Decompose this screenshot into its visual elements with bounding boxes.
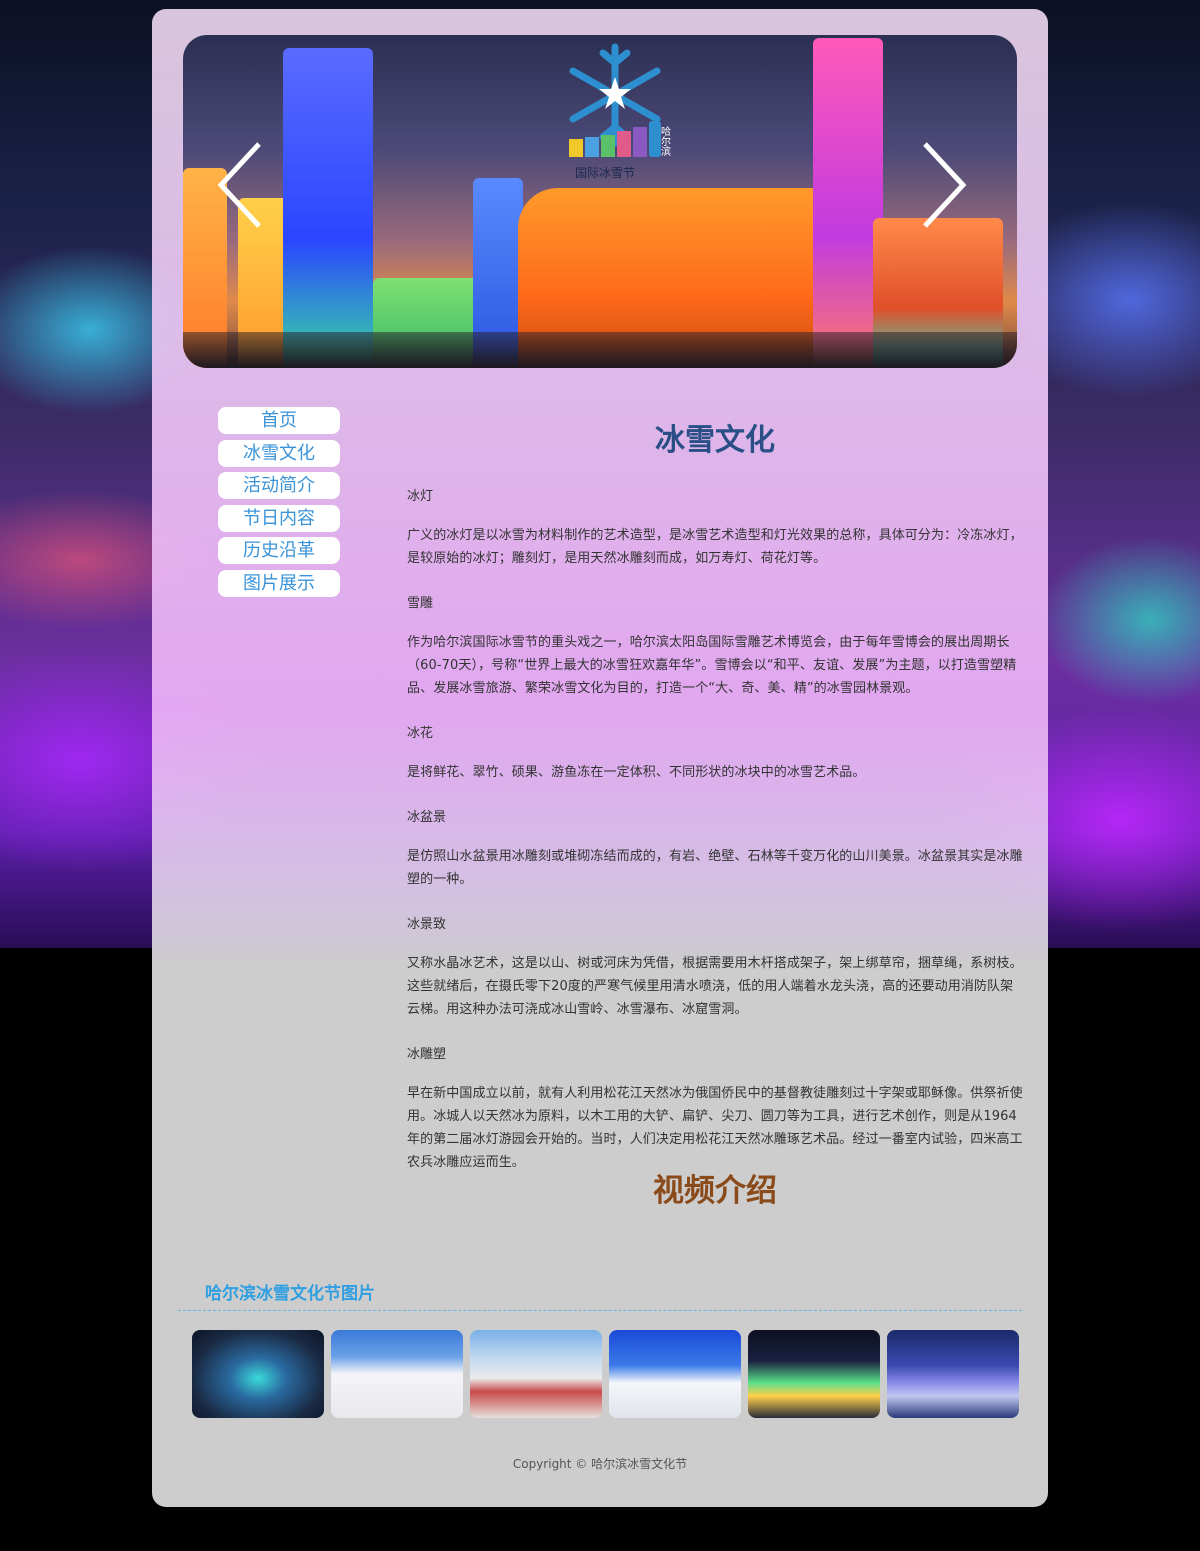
video-section-title: 视频介绍 <box>653 1173 777 1209</box>
nav-item-history[interactable]: 历史沿革 <box>218 537 340 565</box>
section-body: 是仿照山水盆景用冰雕刻或堆砌冻结而成的，有岩、绝壁、石林等千变万化的山川美景。冰… <box>407 849 1023 887</box>
banner-carousel: 国际冰雪节 哈尔滨 <box>183 35 1017 368</box>
nav-item-home[interactable]: 首页 <box>218 407 340 434</box>
section-body: 早在新中国成立以前，就有人利用松花江天然冰为俄国侨民中的基督教徒雕刻过十字架或耶… <box>407 1086 1023 1170</box>
footer-copyright: Copyright © 哈尔滨冰雪文化节 <box>512 1457 688 1471</box>
next-slide-arrow-icon[interactable] <box>919 140 969 230</box>
gallery-thumb-snow-dragon[interactable] <box>609 1330 741 1418</box>
gallery-thumbnails <box>192 1330 1020 1418</box>
section-heading: 冰景致 <box>407 917 447 932</box>
nav-item-activities[interactable]: 活动简介 <box>218 472 340 500</box>
section-heading: 雪雕 <box>407 596 434 611</box>
section-body: 作为哈尔滨国际冰雪节的重头戏之一，哈尔滨太阳岛国际雪雕艺术博览会，由于每年雪博会… <box>407 635 1017 696</box>
gallery-thumb-ice-palace-lights[interactable] <box>748 1330 880 1418</box>
snowflake-logo-icon: 国际冰雪节 哈尔滨 <box>569 43 671 180</box>
svg-text:国际冰雪节: 国际冰雪节 <box>575 166 635 180</box>
section-body: 广义的冰灯是以冰雪为材料制作的艺术造型，是冰雪艺术造型和灯光效果的总称，具体可分… <box>407 528 1023 566</box>
section-heading: 冰灯 <box>407 489 434 504</box>
gallery-title: 哈尔滨冰雪文化节图片 <box>205 1284 375 1304</box>
article-content: 冰雪文化 冰灯 广义的冰灯是以冰雪为材料制作的艺术造型，是冰雪艺术造型和灯光效果… <box>407 419 1023 1174</box>
section-body: 是将鲜花、翠竹、硕果、游鱼冻在一定体积、不同形状的冰块中的冰雪艺术品。 <box>407 765 866 780</box>
gallery-thumb-snow-castle[interactable] <box>331 1330 463 1418</box>
gallery-thumb-ice-tower-dusk[interactable] <box>887 1330 1019 1418</box>
svg-text:哈尔滨: 哈尔滨 <box>659 125 671 157</box>
prev-slide-arrow-icon[interactable] <box>215 140 265 230</box>
section-heading: 冰雕塑 <box>407 1047 447 1062</box>
section-body: 又称水晶冰艺术，这是以山、树或河床为凭借，根据需要用木杆搭成架子，架上绑草帘，捆… <box>407 956 1023 1017</box>
section-heading: 冰盆景 <box>407 810 447 825</box>
gallery-thumb-ice-city-night[interactable] <box>192 1330 324 1418</box>
nav-item-gallery[interactable]: 图片展示 <box>218 569 340 597</box>
page-container: 国际冰雪节 哈尔滨 首页 冰雪文化 活动简介 节日内容 历史沿革 图片展示 冰雪… <box>152 9 1048 1507</box>
gallery-divider <box>178 1310 1022 1311</box>
article-title: 冰雪文化 <box>655 423 775 458</box>
gallery-thumb-snow-sculpture-red[interactable] <box>470 1330 602 1418</box>
section-heading: 冰花 <box>407 726 434 741</box>
nav-item-ice-culture[interactable]: 冰雪文化 <box>218 439 340 467</box>
nav-item-festival-content[interactable]: 节日内容 <box>218 504 340 532</box>
side-nav: 首页 冰雪文化 活动简介 节日内容 历史沿革 图片展示 <box>218 407 340 603</box>
